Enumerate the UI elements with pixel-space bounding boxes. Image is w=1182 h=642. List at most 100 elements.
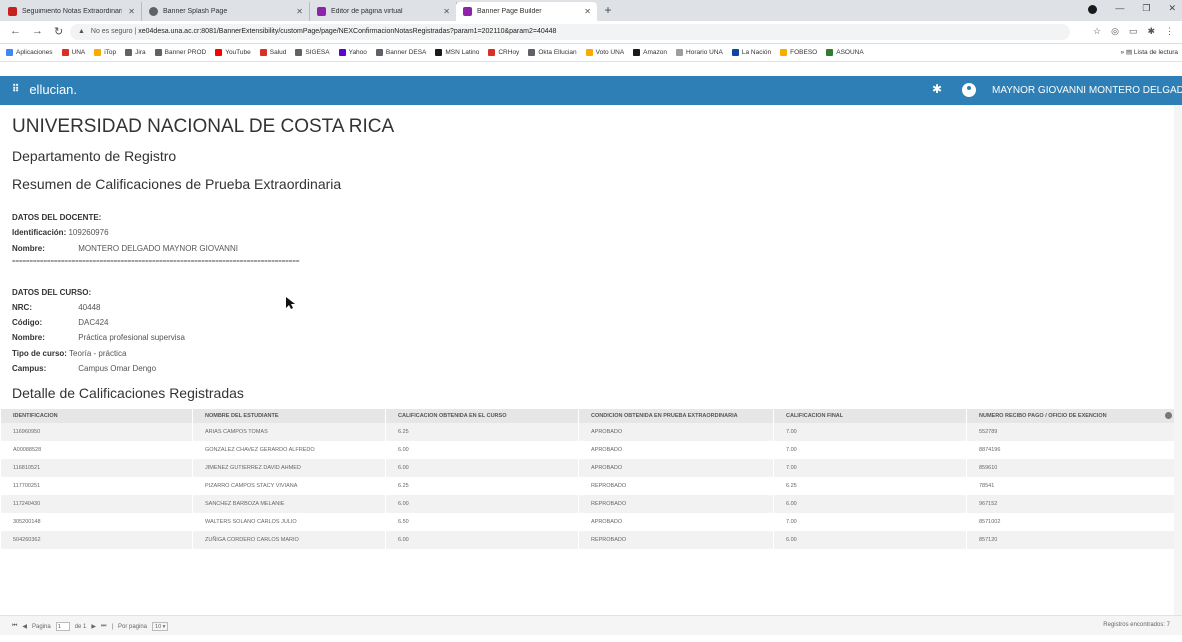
bookmark-icon [488,49,496,56]
column-header[interactable]: NOMBRE DEL ESTUDIANTE [192,409,386,423]
reload-icon[interactable]: ↻ [54,25,63,38]
bookmark-item[interactable]: Yahoo [338,49,367,56]
table-row[interactable]: 117700251 PIZARRO CAMPOS STACY VIVIANA 6.2… [0,477,1182,495]
table-cell: 7.00 [773,441,967,459]
bookmark-item[interactable]: CRHoy [488,49,519,56]
table-cell: 6.50 [385,513,579,531]
vertical-scrollbar[interactable] [1174,105,1182,615]
bookmark-icon [826,49,834,56]
bookmark-icon [154,49,162,56]
last-page-icon[interactable]: ⏭ [101,623,106,630]
browser-tab[interactable]: Seguimiento Notas Extraordinari ✕ [2,2,142,21]
cast-icon[interactable]: ▭ [1129,26,1138,37]
bookmark-item[interactable]: Horario UNA [676,49,723,56]
browser-tab[interactable]: Banner Splash Page ✕ [143,2,310,21]
profile-icon[interactable] [1088,5,1098,14]
bookmark-item[interactable]: Banner DESA [375,49,427,56]
table-cell: 967152 [966,495,1182,513]
url-field[interactable]: ▲ No es seguro | xe04desa.una.ac.cr:8081… [70,24,1070,40]
course-nrc-value: 40448 [78,303,101,312]
bookmark-item[interactable]: SIGESA [295,49,330,56]
table-row[interactable]: 504260362 ZUÑIGA CORDERO CARLOS MARIO 6.00… [0,531,1182,549]
table-cell: 6.00 [773,495,967,513]
column-header[interactable]: IDENTIFICACION [0,409,193,423]
course-campus-row: Campus: Campus Omar Dengo [12,364,156,373]
apps-grid-icon[interactable]: ⠿ [12,84,19,95]
user-name[interactable]: MAYNOR GIOVANNI MONTERO DELGADO [992,85,1182,96]
table-cell: 857120 [966,531,1182,549]
puzzle-icon[interactable]: ✱ [1147,26,1155,37]
close-icon[interactable]: ✕ [584,7,591,16]
bookmark-icon [585,49,593,56]
column-settings-icon[interactable] [1165,412,1172,419]
course-name-value: Práctica profesional supervisa [78,333,185,342]
close-icon[interactable]: ✕ [296,7,303,16]
user-icon[interactable] [962,83,976,97]
close-icon[interactable]: ✕ [128,7,135,16]
app-header: ⠿ ellucian. ✱ MAYNOR GIOVANNI MONTERO DE… [0,76,1182,105]
reading-list[interactable]: » ▤ Lista de lectura [1114,48,1178,56]
bookmark-icon [435,49,443,56]
table-cell: 6.25 [385,423,579,441]
column-header[interactable]: CALIFICACION FINAL [773,409,967,423]
bookmark-icon [215,49,223,56]
active-tab-banner-page-builder-real[interactable]: Banner Page Builder ✕ [457,2,597,21]
column-header[interactable]: CALIFICACION OBTENIDA EN EL CURSO [385,409,579,423]
first-page-icon[interactable]: ⏮ [12,623,17,630]
gmail-icon [8,7,17,16]
bookmark-item[interactable]: La Nación [731,49,771,56]
bookmark-item[interactable]: Aplicaciones [6,49,53,56]
bookmark-label: Banner DESA [385,49,427,56]
table-row[interactable]: 116960950 ARIAS CAMPOS TOMAS 6.25 APROBADO 7… [0,423,1182,441]
bookmark-label: FOBESO [790,49,818,56]
prev-page-icon[interactable]: ◀ [22,623,27,630]
bookmark-icon [676,49,684,56]
table-cell: REPROBADO [578,531,774,549]
brand[interactable]: ⠿ ellucian. [12,82,77,97]
bookmark-item[interactable]: Amazon [633,49,667,56]
minimize-icon[interactable]: — [1115,3,1124,14]
table-row[interactable]: 305200148 WALTERS SOLANO CARLOS JULIO 6.50… [0,513,1182,531]
column-header[interactable]: NUMERO RECIBO PAGO / OFICIO DE EXENCION [966,409,1182,423]
page-input[interactable] [55,622,70,631]
bookmark-item[interactable]: UNA [61,49,85,56]
bookmark-item[interactable]: Jira [125,49,146,56]
page-label: Pagina [32,623,51,630]
next-page-icon[interactable]: ▶ [91,623,96,630]
star-icon[interactable]: ☆ [1093,26,1101,37]
table-row[interactable]: 117240430 SANCHEZ BARBOZA MELANIE 6.00 REPR… [0,495,1182,513]
menu-icon[interactable]: ⋮ [1165,26,1174,37]
bookmark-item[interactable]: ASOUNA [826,49,864,56]
reading-list-label: Lista de lectura [1133,49,1178,56]
bookmark-item[interactable]: Voto UNA [585,49,625,56]
bookmark-item[interactable]: iTop [94,49,116,56]
close-icon[interactable]: ✕ [443,7,450,16]
browser-tab[interactable]: Editor de página virtual ✕ [311,2,457,21]
bookmark-label: YouTube [225,49,251,56]
bookmark-item[interactable]: YouTube [215,49,251,56]
bookmark-item[interactable]: Okta Ellucian [528,49,577,56]
bookmark-item[interactable]: MSN Latino [435,49,479,56]
bookmark-item[interactable]: FOBESO [780,49,817,56]
maximize-icon[interactable]: ❐ [1142,3,1150,14]
table-cell: APROBADO [578,441,774,459]
bookmark-item[interactable]: Salud [259,49,286,56]
forward-icon[interactable]: → [32,25,43,38]
table-cell: 117240430 [0,495,193,513]
gear-icon[interactable]: ✱ [932,82,942,96]
table-row[interactable]: 116810521 JIMENEZ GUTIERREZ DAVID AHMED 6.… [0,459,1182,477]
bookmark-icon [259,49,267,56]
new-tab-button[interactable]: + [600,3,616,18]
extension-icon[interactable]: ◎ [1111,26,1119,37]
bookmark-item[interactable]: Banner PROD [154,49,206,56]
close-window-icon[interactable]: ✕ [1168,3,1176,14]
summary-title: Resumen de Calificaciones de Prueba Extr… [12,176,342,192]
per-page-select[interactable]: 10 ▾ [152,622,169,631]
back-icon[interactable]: ← [10,25,21,38]
tab-label: Editor de página virtual [331,8,403,15]
course-type-label: Tipo de curso: [12,349,67,358]
bookmark-label: Voto UNA [595,49,625,56]
column-header[interactable]: CONDICION OBTENIDA EN PRUEBA EXTRAORDINA… [578,409,774,423]
table-row[interactable]: A00088528 GONZALEZ CHAVEZ GERARDO ALFREDO… [0,441,1182,459]
globe-icon [149,7,158,16]
